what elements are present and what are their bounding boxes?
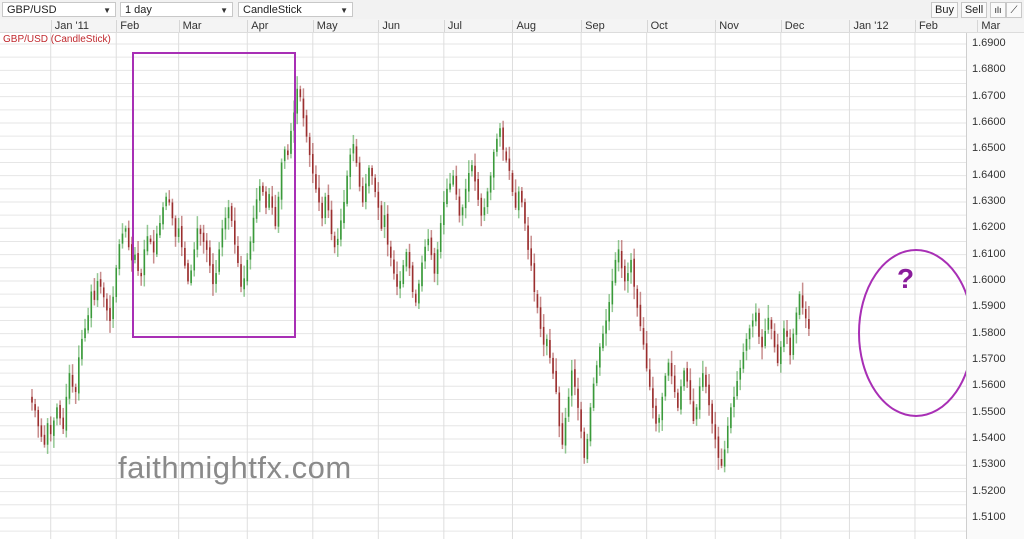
x-tick-label: Mar xyxy=(178,20,202,32)
y-tick-label: 1.5900 xyxy=(972,300,1006,313)
interval-select[interactable]: 1 day ▼ xyxy=(120,2,233,17)
indicators-icon: ılı xyxy=(994,5,1002,15)
x-tick-label: Jan '11 xyxy=(50,20,89,32)
y-tick-label: 1.6200 xyxy=(972,221,1006,234)
sell-button[interactable]: Sell xyxy=(961,2,987,18)
y-tick-label: 1.6700 xyxy=(972,89,1006,102)
chevron-down-icon: ▼ xyxy=(340,6,348,15)
chart-title: GBP/USD (CandleStick) xyxy=(3,34,111,45)
y-tick-label: 1.5100 xyxy=(972,510,1006,523)
y-tick-label: 1.6900 xyxy=(972,37,1006,49)
symbol-value: GBP/USD xyxy=(7,4,57,16)
y-tick-label: 1.6400 xyxy=(972,168,1006,181)
x-tick-label: Jan '12 xyxy=(849,20,889,32)
interval-value: 1 day xyxy=(125,4,152,16)
annotation-question-mark: ? xyxy=(897,263,915,294)
chart-toolbar: GBP/USD ▼ 1 day ▼ CandleStick ▼ Buy Sell… xyxy=(0,0,1024,19)
y-tick-label: 1.5800 xyxy=(972,326,1006,339)
y-tick-label: 1.5300 xyxy=(972,458,1006,471)
x-tick-label: Jun xyxy=(378,20,400,32)
chart-type-select[interactable]: CandleStick ▼ xyxy=(238,2,353,17)
x-tick-label: May xyxy=(312,20,338,32)
x-tick-label: Dec xyxy=(780,20,804,32)
y-tick-label: 1.5700 xyxy=(972,352,1006,365)
draw-line-icon: ⟋ xyxy=(1010,5,1018,16)
y-tick-label: 1.6100 xyxy=(972,247,1006,260)
x-tick-label: Jul xyxy=(443,20,462,32)
chevron-down-icon: ▼ xyxy=(220,6,228,15)
chevron-down-icon: ▼ xyxy=(103,6,111,15)
x-tick-label: Apr xyxy=(247,20,268,32)
y-tick-label: 1.6000 xyxy=(972,273,1006,286)
x-tick-label: Mar xyxy=(977,20,1000,32)
y-tick-label: 1.5200 xyxy=(972,484,1006,497)
watermark: faithmightfx.com xyxy=(118,450,352,485)
y-tick-label: 1.6500 xyxy=(972,142,1006,155)
x-tick-label: Nov xyxy=(715,20,739,32)
x-tick-label: Feb xyxy=(914,20,938,32)
y-tick-label: 1.5600 xyxy=(972,379,1006,392)
x-tick-label: Aug xyxy=(512,20,536,32)
y-tick-label: 1.6300 xyxy=(972,194,1006,207)
indicators-button[interactable]: ılı xyxy=(990,2,1006,18)
y-tick-label: 1.6600 xyxy=(972,115,1006,128)
chart-type-value: CandleStick xyxy=(243,4,302,16)
y-tick-label: 1.5500 xyxy=(972,405,1006,418)
draw-line-button[interactable]: ⟋ xyxy=(1006,2,1022,18)
y-tick-label: 1.6800 xyxy=(972,63,1006,76)
symbol-select[interactable]: GBP/USD ▼ xyxy=(2,2,116,17)
y-tick-label: 1.5400 xyxy=(972,431,1006,444)
x-tick-label: Sep xyxy=(581,20,605,32)
x-axis: Jan '11 Feb Mar Apr May Jun Jul Aug Sep Oct Nov Dec… xyxy=(0,19,1024,33)
x-tick-label: Oct xyxy=(646,20,668,32)
x-tick-label: Feb xyxy=(116,20,139,32)
buy-button[interactable]: Buy xyxy=(931,2,958,18)
